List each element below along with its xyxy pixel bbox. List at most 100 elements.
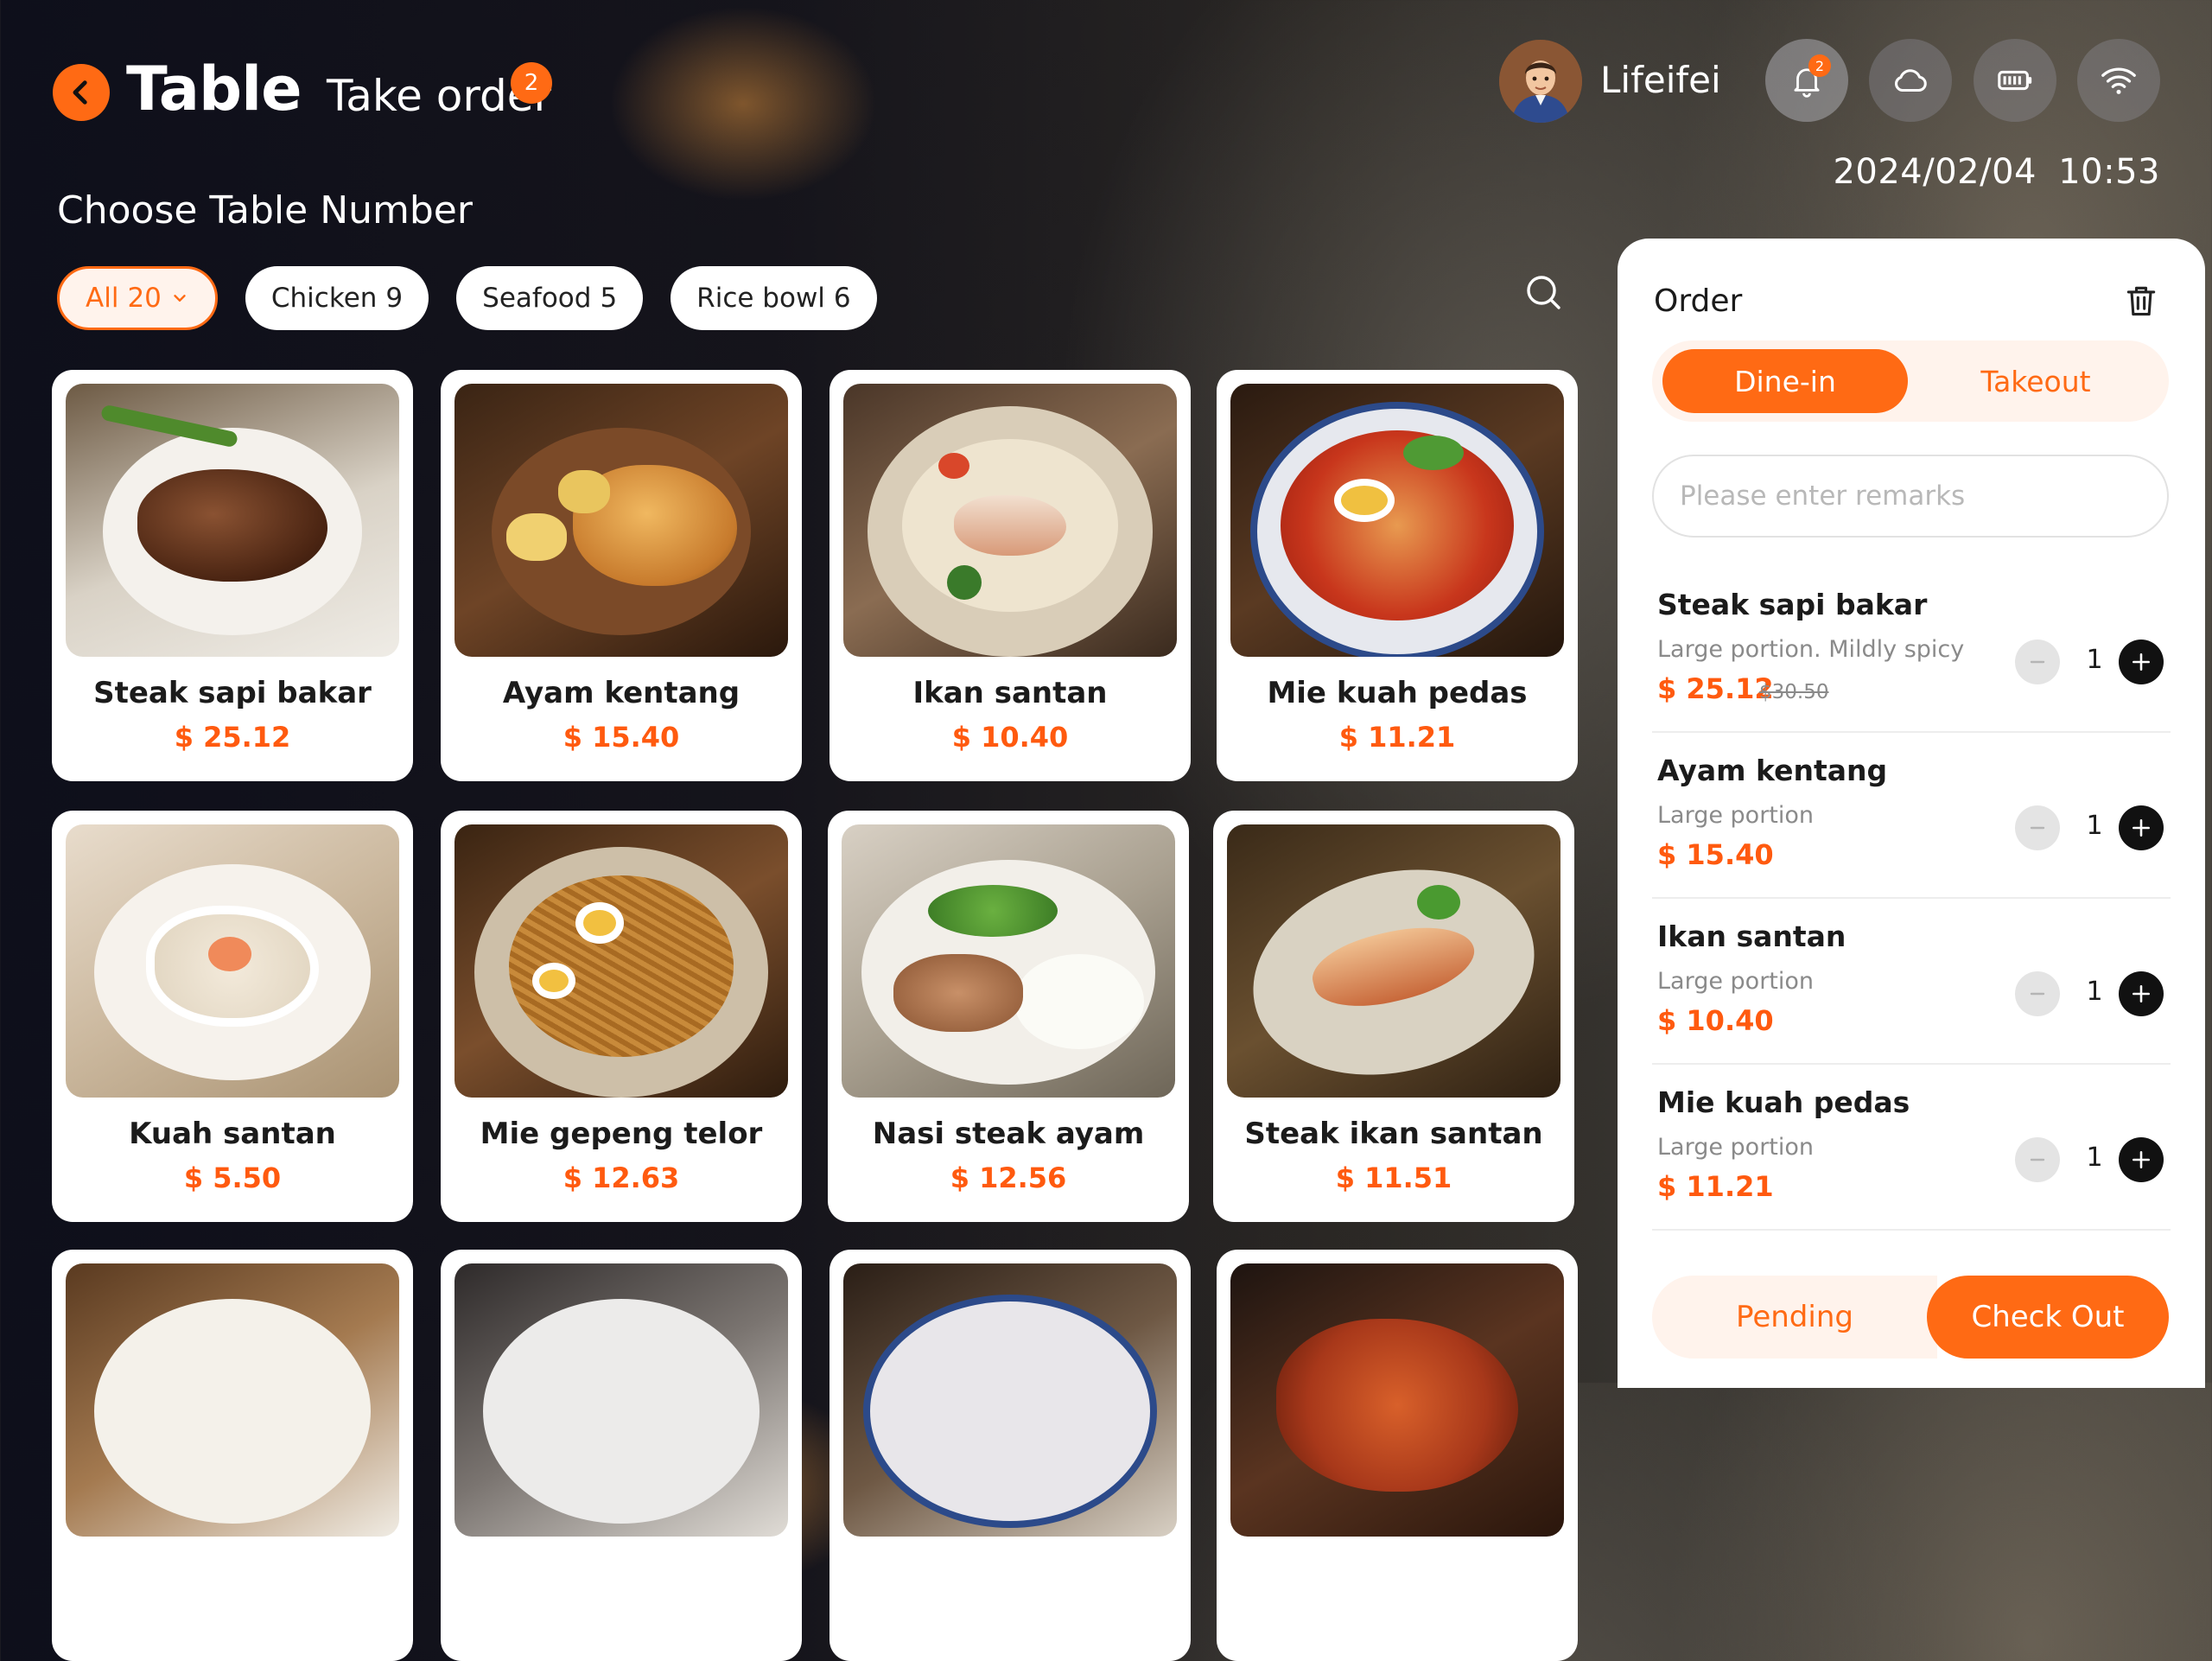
section-title: Choose Table Number	[57, 188, 473, 232]
item-options: Large portion. Mildly spicy	[1657, 636, 1965, 663]
filter-label: All	[86, 283, 119, 314]
increase-quantity-button[interactable]	[2119, 805, 2164, 850]
time-text: 10:53	[2058, 152, 2160, 192]
wifi-icon	[2101, 67, 2136, 94]
filter-rice-bowl[interactable]: Rice bowl 6	[671, 266, 877, 330]
item-quantity: 1	[2086, 1142, 2103, 1173]
dish-price: $ 12.56	[950, 1161, 1067, 1194]
filter-seafood[interactable]: Seafood 5	[456, 266, 644, 330]
dish-name: Steak ikan santan	[1244, 1117, 1543, 1151]
back-button[interactable]	[53, 64, 110, 121]
dish-image	[66, 824, 399, 1098]
order-title: Order	[1654, 283, 1743, 319]
plus-icon	[2133, 653, 2150, 671]
dish-price: $ 25.12	[174, 721, 291, 754]
order-line-item: Ikan santan Large portion $ 10.40 1	[1652, 899, 2171, 1065]
increase-quantity-button[interactable]	[2119, 971, 2164, 1016]
item-price: $ 15.40	[1657, 838, 1774, 871]
page-title: Table	[126, 54, 302, 124]
dish-price: $ 5.50	[183, 1161, 282, 1194]
dish-card[interactable]: Steak ikan santan $ 11.51	[1213, 811, 1574, 1222]
remarks-input[interactable]	[1652, 455, 2169, 538]
dish-card[interactable]: Mie gepeng telor $ 12.63	[441, 811, 802, 1222]
minus-icon	[2030, 1158, 2045, 1161]
search-icon	[1527, 276, 1560, 309]
dish-card[interactable]: Steak sapi bakar $ 25.12	[52, 370, 413, 781]
notification-badge: 2	[1808, 54, 1831, 77]
dish-price: $ 15.40	[563, 721, 680, 754]
dish-price: $ 11.21	[1338, 721, 1456, 754]
dish-price: $ 11.51	[1335, 1161, 1452, 1194]
take-order-badge: 2	[511, 62, 552, 104]
checkout-button[interactable]: Check Out	[1927, 1276, 2169, 1359]
dish-image	[66, 384, 399, 657]
decrease-quantity-button[interactable]	[2015, 640, 2060, 684]
dish-card[interactable]: Ikan santan $ 10.40	[830, 370, 1191, 781]
date-text: 2024/02/04	[1833, 152, 2037, 192]
search-button[interactable]	[1522, 271, 1564, 313]
pending-button[interactable]: Pending	[1652, 1276, 1937, 1359]
dish-name: Nasi steak ayam	[872, 1117, 1145, 1151]
minus-icon	[2030, 660, 2045, 664]
item-quantity: 1	[2086, 645, 2103, 675]
plus-icon	[2133, 819, 2150, 837]
dish-image	[843, 1263, 1177, 1537]
item-price: $ 25.12	[1657, 672, 1774, 705]
dish-card[interactable]	[830, 1250, 1191, 1661]
order-line-item: Steak sapi bakar Large portion. Mildly s…	[1652, 567, 2171, 733]
order-line-item: Mie kuah pedas Large portion $ 11.21 1	[1652, 1065, 2171, 1231]
dish-image	[842, 824, 1175, 1098]
notifications-button[interactable]: 2	[1765, 39, 1848, 122]
takeout-button[interactable]: Takeout	[1913, 349, 2158, 413]
dine-in-button[interactable]: Dine-in	[1662, 349, 1908, 413]
item-quantity: 1	[2086, 811, 2103, 841]
dish-image	[66, 1263, 399, 1537]
decrease-quantity-button[interactable]	[2015, 971, 2060, 1016]
cloud-icon	[1895, 69, 1927, 92]
battery-button[interactable]	[1974, 39, 2056, 122]
item-options: Large portion	[1657, 1134, 1815, 1161]
chevron-down-icon	[174, 295, 186, 302]
filter-all[interactable]: All 20	[57, 266, 218, 330]
dish-card[interactable]	[441, 1250, 802, 1661]
plus-icon	[2133, 1151, 2150, 1168]
dish-card[interactable]: Ayam kentang $ 15.40	[441, 370, 802, 781]
filter-count: 9	[385, 283, 404, 314]
dish-name: Mie kuah pedas	[1267, 676, 1528, 710]
item-name: Mie kuah pedas	[1657, 1085, 1910, 1119]
back-arrow-icon	[73, 80, 87, 105]
item-name: Ayam kentang	[1657, 754, 1888, 787]
decrease-quantity-button[interactable]	[2015, 805, 2060, 850]
dish-name: Steak sapi bakar	[93, 676, 372, 710]
dish-card[interactable]	[1217, 1250, 1578, 1661]
dish-name: Ayam kentang	[502, 676, 741, 710]
dish-card[interactable]: Kuah santan $ 5.50	[52, 811, 413, 1222]
wifi-button[interactable]	[2077, 39, 2160, 122]
item-price: $ 11.21	[1657, 1170, 1774, 1203]
item-name: Steak sapi bakar	[1657, 588, 1928, 621]
decrease-quantity-button[interactable]	[2015, 1137, 2060, 1182]
filter-count: 5	[600, 283, 618, 314]
filter-label: Rice bowl	[696, 283, 825, 314]
dish-card[interactable]: Mie kuah pedas $ 11.21	[1217, 370, 1578, 781]
filter-chicken[interactable]: Chicken 9	[245, 266, 429, 330]
plus-icon	[2133, 985, 2150, 1002]
clear-order-button[interactable]	[2122, 282, 2160, 320]
filter-label: Chicken	[270, 283, 378, 314]
increase-quantity-button[interactable]	[2119, 640, 2164, 684]
filter-count: 20	[127, 283, 162, 314]
dish-card[interactable]	[52, 1250, 413, 1661]
item-options: Large portion	[1657, 968, 1815, 995]
user-name: Lifeifei	[1600, 59, 1721, 101]
datetime: 2024/02/04 10:53	[1833, 152, 2160, 192]
item-options: Large portion	[1657, 802, 1815, 829]
dish-card[interactable]: Nasi steak ayam $ 12.56	[828, 811, 1189, 1222]
avatar[interactable]	[1499, 40, 1582, 123]
category-filters: All 20 Chicken 9 Seafood 5 Rice bowl 6	[57, 266, 877, 330]
increase-quantity-button[interactable]	[2119, 1137, 2164, 1182]
battery-icon	[1998, 70, 2032, 91]
order-line-item: Ayam kentang Large portion $ 15.40 1	[1652, 733, 2171, 899]
dish-name: Kuah santan	[129, 1117, 336, 1151]
item-quantity: 1	[2086, 977, 2103, 1007]
cloud-button[interactable]	[1869, 39, 1952, 122]
